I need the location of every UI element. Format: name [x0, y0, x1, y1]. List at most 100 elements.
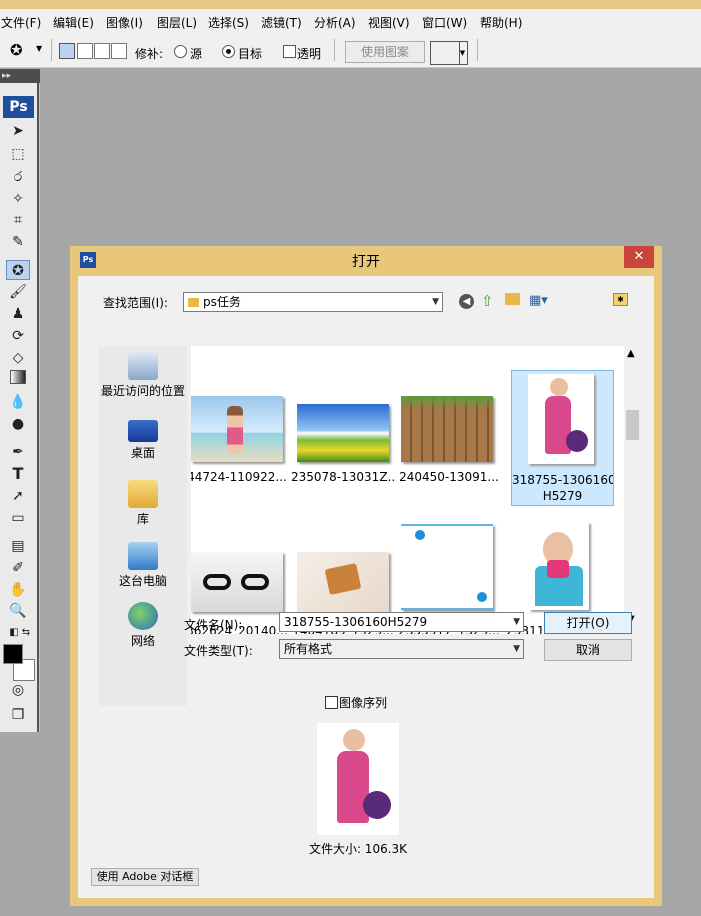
- filename-label: 文件名(N):: [184, 618, 243, 632]
- file-thumbnail: [529, 522, 589, 610]
- look-in-label: 查找范围(I):: [103, 296, 168, 310]
- add-selection-icon[interactable]: [77, 43, 93, 59]
- filetype-select[interactable]: 所有格式 ▼: [279, 639, 524, 659]
- radio-dot: [226, 49, 231, 54]
- color-sampler-tool-icon[interactable]: ✐: [6, 558, 30, 578]
- new-folder-icon[interactable]: [505, 293, 520, 305]
- crop-tool-icon[interactable]: ⌗: [6, 210, 30, 230]
- file-item[interactable]: 44724-110922...: [191, 346, 295, 496]
- menu-file[interactable]: 文件(F): [1, 14, 41, 31]
- girl-head: [343, 729, 365, 751]
- cancel-button[interactable]: 取消: [544, 639, 632, 661]
- menu-layer[interactable]: 图层(L): [157, 14, 197, 31]
- computer-icon: [128, 542, 158, 570]
- magic-wand-tool-icon[interactable]: ✧: [6, 189, 30, 209]
- open-button[interactable]: 打开(O): [544, 612, 632, 634]
- blue-dot: [477, 592, 487, 602]
- move-tool-icon[interactable]: ➤: [6, 121, 30, 141]
- pattern-dropdown-icon[interactable]: ▼: [458, 41, 468, 65]
- menu-edit[interactable]: 编辑(E): [53, 14, 94, 31]
- history-brush-tool-icon[interactable]: ⟳: [6, 326, 30, 346]
- file-name-line1: 318755-1306160: [512, 473, 613, 487]
- leaves-overlay: [401, 396, 493, 410]
- girl-head: [550, 378, 568, 396]
- pattern-swatch[interactable]: [430, 41, 460, 65]
- gradient-tool-icon[interactable]: [6, 370, 30, 390]
- scroll-thumb[interactable]: [626, 410, 639, 440]
- eyedropper-tool-icon[interactable]: ✎: [6, 232, 30, 252]
- brush-tool-icon[interactable]: 🖌: [6, 282, 30, 302]
- place-desktop[interactable]: 桌面: [99, 420, 187, 461]
- patch-tool-preset-icon[interactable]: ✪: [10, 40, 30, 60]
- chevron-down-icon: ▼: [513, 644, 520, 654]
- view-menu-icon[interactable]: ▦▾: [529, 293, 548, 308]
- file-thumbnail: [401, 524, 493, 610]
- destination-radio[interactable]: [222, 45, 235, 58]
- file-list-scrollbar[interactable]: ▲ ▼: [624, 346, 641, 634]
- clone-stamp-tool-icon[interactable]: ♟: [6, 304, 30, 324]
- image-sequence-checkbox[interactable]: [325, 696, 338, 709]
- intersect-selection-icon[interactable]: [111, 43, 127, 59]
- blue-dot: [415, 530, 425, 540]
- eraser-tool-icon[interactable]: ◇: [6, 348, 30, 368]
- dodge-tool-icon[interactable]: ●: [6, 414, 30, 434]
- place-network[interactable]: 网络: [99, 602, 187, 649]
- quick-mask-icon[interactable]: ◎: [6, 680, 30, 700]
- place-network-label: 网络: [130, 634, 155, 648]
- shape-tool-icon[interactable]: ▭: [6, 508, 30, 528]
- place-computer[interactable]: 这台电脑: [99, 542, 187, 589]
- transparent-checkbox[interactable]: [283, 45, 296, 58]
- desktop-icon: [128, 420, 158, 442]
- toolbox-header[interactable]: ▸▸: [0, 69, 40, 83]
- lasso-tool-icon[interactable]: ර: [6, 167, 30, 187]
- file-item-selected[interactable]: 318755-1306160 H5279: [511, 370, 614, 506]
- up-folder-icon[interactable]: ⇧: [481, 292, 494, 310]
- patch-tool-icon[interactable]: ✪: [6, 260, 30, 280]
- menu-view[interactable]: 视图(V): [368, 14, 410, 31]
- swap-colors-icon[interactable]: ⇆: [14, 623, 38, 643]
- file-item[interactable]: 235078-13031Z...: [291, 346, 399, 496]
- use-adobe-dialog-button[interactable]: 使用 Adobe 对话框: [91, 868, 199, 886]
- file-name: 240450-13091...: [399, 470, 499, 484]
- menu-select[interactable]: 选择(S): [208, 14, 249, 31]
- file-size-label: 文件大小: 106.3K: [308, 842, 408, 856]
- menu-filter[interactable]: 滤镜(T): [261, 14, 302, 31]
- new-selection-icon[interactable]: [59, 43, 75, 59]
- back-icon[interactable]: ◀: [459, 294, 474, 309]
- subtract-selection-icon[interactable]: [94, 43, 110, 59]
- foreground-color-swatch[interactable]: [3, 644, 23, 664]
- menu-analysis[interactable]: 分析(A): [314, 14, 356, 31]
- scroll-up-icon[interactable]: ▲: [627, 348, 635, 359]
- pen-tool-icon[interactable]: ✒: [6, 442, 30, 462]
- favorites-folder-icon[interactable]: ✱: [613, 293, 628, 306]
- preset-dropdown-icon[interactable]: ▼: [36, 44, 42, 53]
- use-pattern-button[interactable]: 使用图案: [345, 41, 425, 63]
- blur-tool-icon[interactable]: 💧: [6, 392, 30, 412]
- options-bar: ✪ ▼ 修补: 源 目标 透明 使用图案 ▼: [0, 34, 701, 68]
- look-in-combo[interactable]: ps任务 ▼: [183, 292, 443, 312]
- menu-window[interactable]: 窗口(W): [422, 14, 467, 31]
- close-button[interactable]: ✕: [624, 246, 654, 268]
- path-selection-tool-icon[interactable]: ➚: [6, 486, 30, 506]
- marquee-tool-icon[interactable]: ⬚: [6, 144, 30, 164]
- photoshop-logo: Ps: [3, 96, 34, 118]
- source-radio[interactable]: [174, 45, 187, 58]
- place-library[interactable]: 库: [99, 480, 187, 527]
- file-name: 235078-13031Z...: [291, 470, 395, 484]
- folder-icon: [188, 298, 199, 307]
- notes-tool-icon[interactable]: ▤: [6, 536, 30, 556]
- open-dialog: Ps 打开 ✕ 查找范围(I): ps任务 ▼ ◀ ⇧ ▦▾ ✱ 最近访问的位置…: [70, 246, 662, 906]
- text-tool-icon[interactable]: T: [6, 464, 30, 484]
- toolbox: ▸▸ Ps ➤ ⬚ ර ✧ ⌗ ✎ ✪ 🖌 ♟ ⟳ ◇ 💧 ● ✒ T ➚ ▭ …: [0, 69, 40, 732]
- filename-input[interactable]: 318755-1306160H5279 ▼: [279, 612, 524, 632]
- glasses-lens-left: [203, 574, 231, 590]
- menu-help[interactable]: 帮助(H): [480, 14, 522, 31]
- screen-mode-icon[interactable]: ❐: [6, 705, 30, 725]
- place-recent[interactable]: 最近访问的位置: [99, 352, 187, 399]
- zoom-tool-icon[interactable]: 🔍: [6, 601, 30, 621]
- divider: [334, 39, 335, 61]
- hand-tool-icon[interactable]: ✋: [6, 580, 30, 600]
- menu-image[interactable]: 图像(I): [106, 14, 143, 31]
- file-item[interactable]: 240450-13091...: [399, 346, 503, 496]
- place-computer-label: 这台电脑: [118, 574, 167, 588]
